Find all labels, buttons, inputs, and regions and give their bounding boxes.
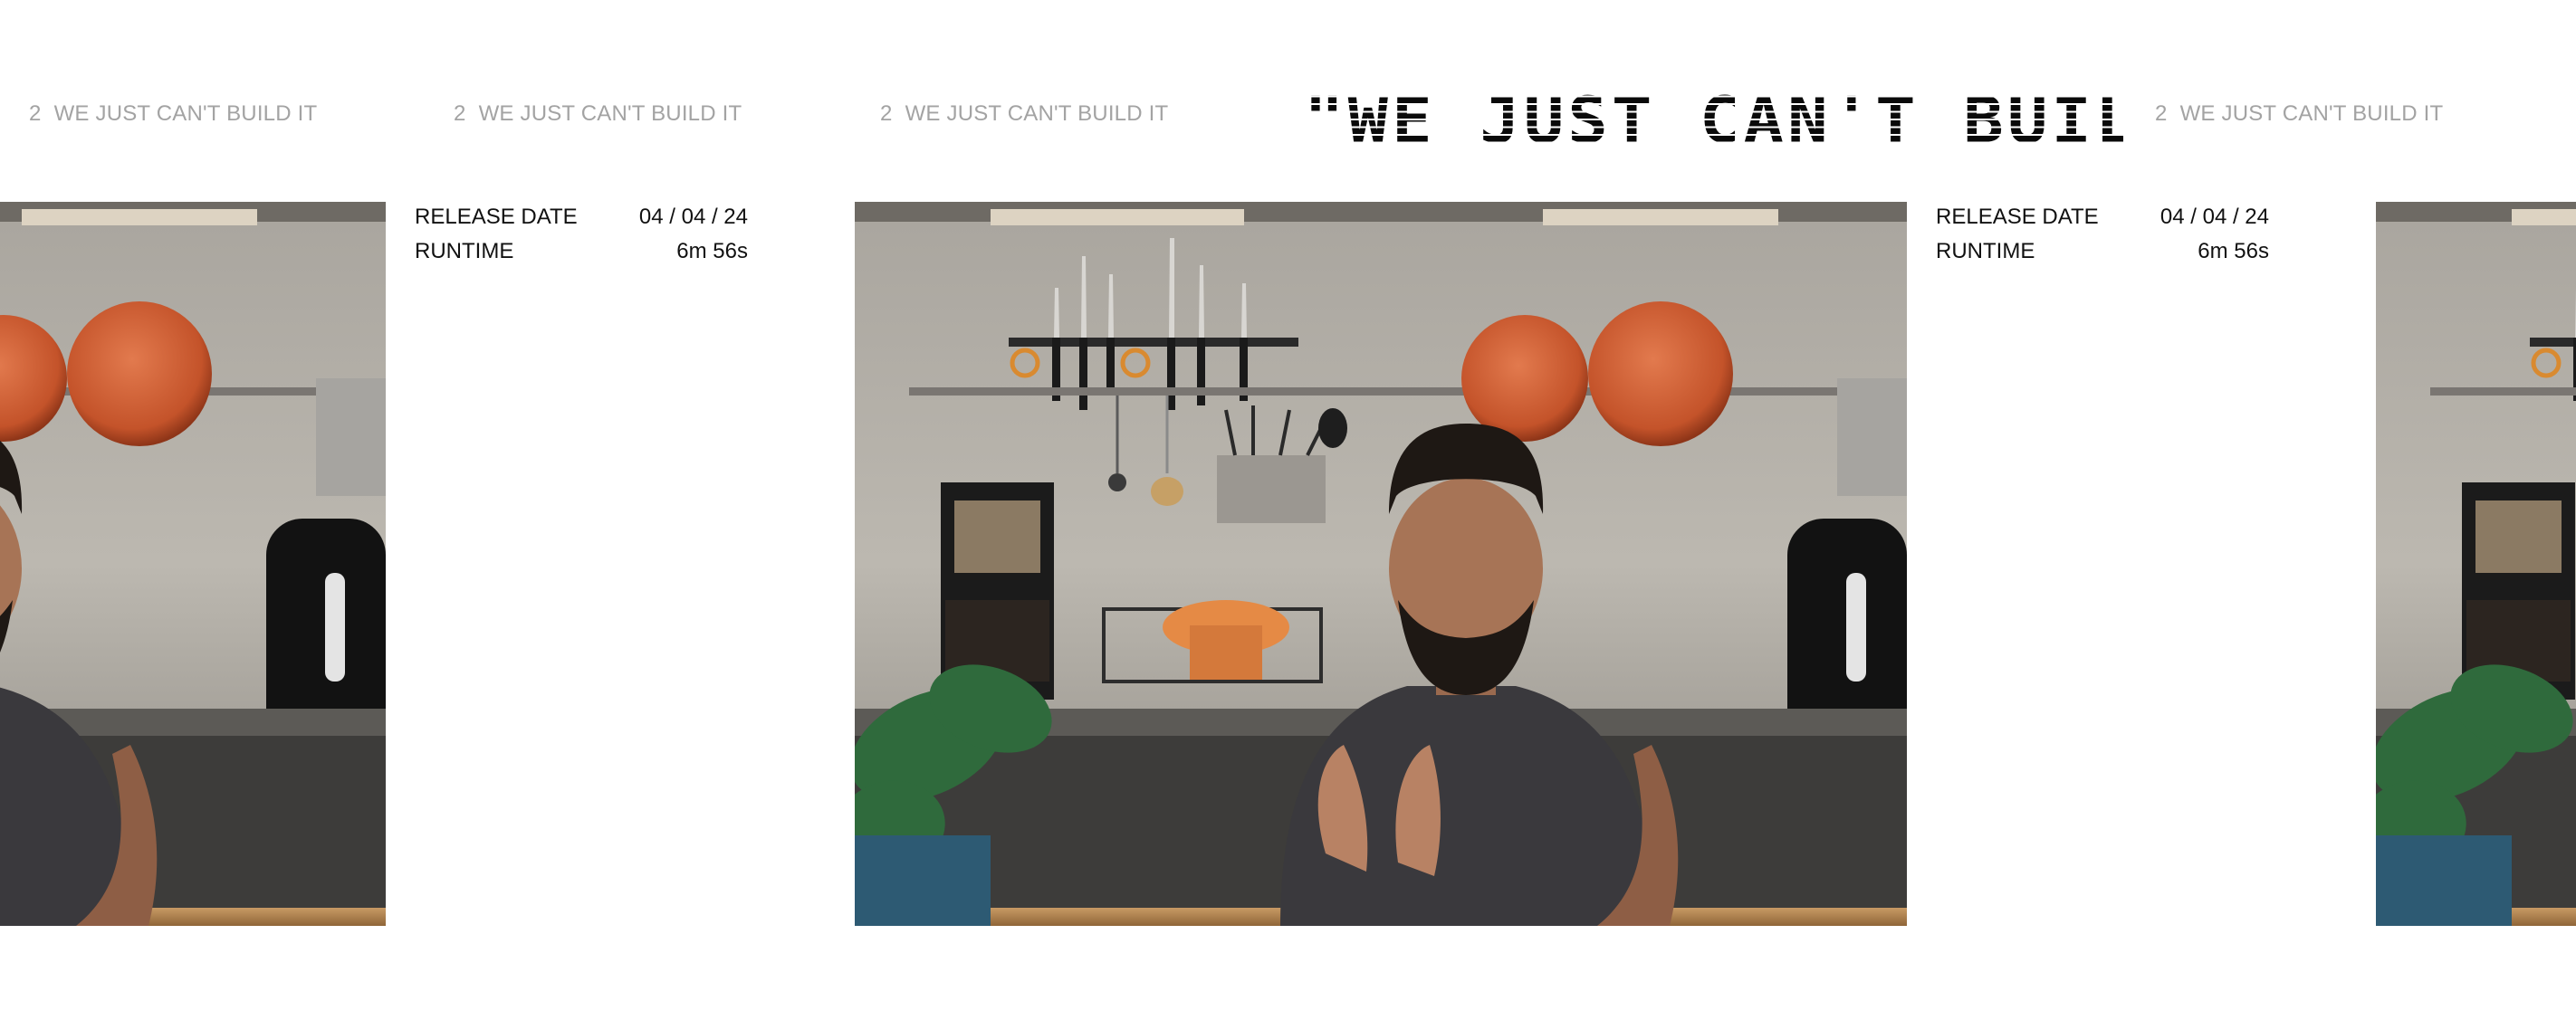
film-meta-right: RELEASE DATE 04 / 04 / 24 RUNTIME 6m 56s xyxy=(1936,205,2269,273)
runtime-value: 6m 56s xyxy=(2198,239,2269,263)
video-thumbnail-right[interactable] xyxy=(2376,202,2576,926)
video-thumbnail-left[interactable] xyxy=(0,202,386,926)
video-still-image xyxy=(2376,202,2576,926)
ticker-item-4[interactable]: 2 WE JUST CAN'T BUILD IT xyxy=(2155,101,2443,127)
hero-title: "WE JUST CAN'T BUILD IT" xyxy=(1304,83,2360,157)
video-still-image xyxy=(0,202,386,926)
ticker-number: 2 xyxy=(2155,101,2168,126)
ticker-number: 2 xyxy=(880,101,893,126)
ticker-title: WE JUST CAN'T BUILD IT xyxy=(905,101,1169,126)
release-date-value: 04 / 04 / 24 xyxy=(2159,205,2269,229)
ticker-item-3[interactable]: 2 WE JUST CAN'T BUILD IT xyxy=(880,101,1168,127)
release-date-row: RELEASE DATE 04 / 04 / 24 xyxy=(1936,205,2269,239)
ticker-item-1[interactable]: 2 WE JUST CAN'T BUILD IT xyxy=(29,101,317,127)
ticker-title: WE JUST CAN'T BUILD IT xyxy=(478,101,742,126)
ticker-title: WE JUST CAN'T BUILD IT xyxy=(2179,101,2444,126)
release-date-row: RELEASE DATE 04 / 04 / 24 xyxy=(415,205,748,239)
ticker-item-2[interactable]: 2 WE JUST CAN'T BUILD IT xyxy=(454,101,742,127)
film-meta-left: RELEASE DATE 04 / 04 / 24 RUNTIME 6m 56s xyxy=(415,205,748,273)
ticker-number: 2 xyxy=(454,101,466,126)
video-thumbnail-center[interactable] xyxy=(855,202,1907,926)
release-date-label: RELEASE DATE xyxy=(1936,205,2099,229)
ticker-number: 2 xyxy=(29,101,42,126)
runtime-value: 6m 56s xyxy=(676,239,748,263)
ticker-title: WE JUST CAN'T BUILD IT xyxy=(53,101,318,126)
runtime-row: RUNTIME 6m 56s xyxy=(1936,239,2269,273)
release-date-value: 04 / 04 / 24 xyxy=(638,205,748,229)
runtime-label: RUNTIME xyxy=(1936,239,2035,263)
runtime-row: RUNTIME 6m 56s xyxy=(415,239,748,273)
runtime-label: RUNTIME xyxy=(415,239,514,263)
release-date-label: RELEASE DATE xyxy=(415,205,578,229)
video-still-image xyxy=(855,202,1907,926)
